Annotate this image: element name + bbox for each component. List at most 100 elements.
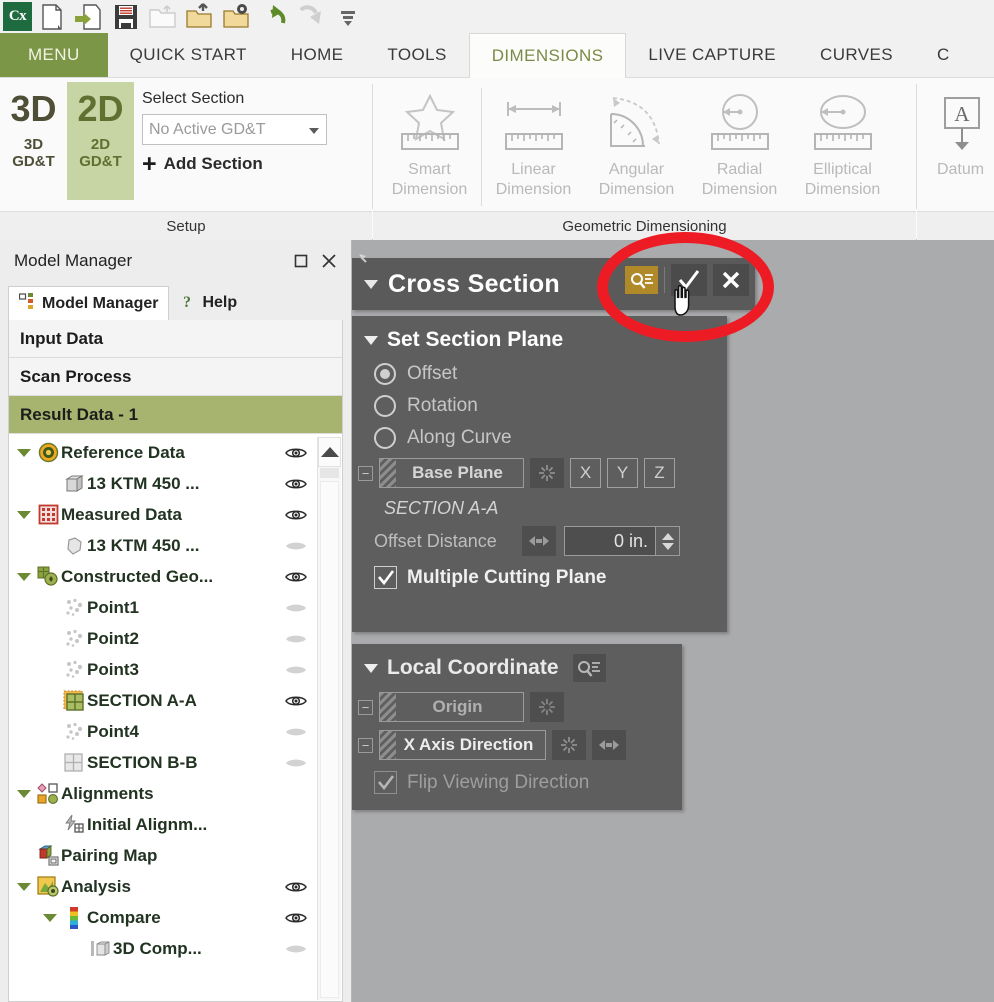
scrollbar-track[interactable] bbox=[320, 481, 339, 998]
select-filter-button[interactable] bbox=[625, 266, 658, 294]
radio-rotation[interactable]: Rotation bbox=[352, 390, 727, 422]
visibility-eye-icon[interactable] bbox=[281, 477, 311, 491]
x-axis-flip-button[interactable] bbox=[592, 730, 626, 760]
tree-item[interactable]: SECTION A-A bbox=[9, 685, 317, 716]
section-input-data[interactable]: Input Data bbox=[9, 320, 342, 358]
add-section-button[interactable]: + Add Section bbox=[142, 152, 327, 177]
tab-help[interactable]: ? Help bbox=[169, 286, 247, 320]
close-icon[interactable] bbox=[315, 247, 343, 275]
collapse-minus-icon[interactable]: − bbox=[358, 699, 373, 715]
tree-item[interactable]: Compare bbox=[9, 902, 317, 933]
local-coordinate-filter-button[interactable] bbox=[572, 654, 606, 682]
collapse-minus-icon[interactable]: − bbox=[358, 737, 373, 753]
visibility-eye-icon[interactable] bbox=[281, 663, 311, 677]
button-radial-dimension[interactable]: Radial Dimension bbox=[688, 82, 791, 212]
offset-distance-stepper[interactable] bbox=[656, 526, 680, 556]
visibility-eye-icon[interactable] bbox=[281, 539, 311, 553]
tree-item[interactable]: Point2 bbox=[9, 623, 317, 654]
radio-along-curve[interactable]: Along Curve bbox=[352, 422, 727, 454]
expander-collapse-icon[interactable] bbox=[13, 448, 35, 457]
multiple-cutting-plane-row[interactable]: Multiple Cutting Plane bbox=[352, 559, 727, 595]
visibility-eye-icon[interactable] bbox=[281, 756, 311, 770]
tree-item[interactable]: Alignments bbox=[9, 778, 317, 809]
collapse-triangle-icon[interactable] bbox=[364, 663, 378, 673]
collapse-minus-icon[interactable]: − bbox=[358, 465, 373, 481]
button-angular-dimension[interactable]: Angular Dimension bbox=[585, 82, 688, 212]
scrollbar-thumb[interactable] bbox=[320, 468, 339, 478]
axis-z-button[interactable]: Z bbox=[644, 458, 675, 488]
section-result-data-1[interactable]: Result Data - 1 bbox=[9, 396, 342, 434]
tree-item[interactable]: 3D Comp... bbox=[9, 933, 317, 964]
expander-collapse-icon[interactable] bbox=[13, 882, 35, 891]
tree-item[interactable]: Initial Alignm... bbox=[9, 809, 317, 840]
visibility-eye-icon[interactable] bbox=[281, 725, 311, 739]
tab-menu[interactable]: MENU bbox=[0, 33, 108, 77]
tab-model-manager[interactable]: Model Manager bbox=[8, 286, 170, 320]
visibility-eye-icon[interactable] bbox=[281, 880, 311, 894]
collapse-triangle-icon[interactable] bbox=[364, 335, 378, 345]
tree-item[interactable]: Point4 bbox=[9, 716, 317, 747]
tree-scrollbar[interactable] bbox=[317, 437, 341, 1000]
tree-item[interactable]: Point1 bbox=[9, 592, 317, 623]
flip-direction-button[interactable] bbox=[522, 526, 556, 556]
stepper-down-icon[interactable] bbox=[661, 542, 674, 550]
tree-item[interactable]: Constructed Geo... bbox=[9, 561, 317, 592]
section-scan-process[interactable]: Scan Process bbox=[9, 358, 342, 396]
select-section-dropdown[interactable]: No Active GD&T bbox=[142, 114, 327, 145]
tab-dimensions[interactable]: DIMENSIONS bbox=[468, 33, 627, 78]
undo-icon[interactable] bbox=[257, 2, 291, 32]
tree-item[interactable]: Point3 bbox=[9, 654, 317, 685]
tab-clipped[interactable]: C bbox=[915, 33, 972, 77]
import-document-icon[interactable] bbox=[72, 2, 106, 32]
tree-item[interactable]: Analysis bbox=[9, 871, 317, 902]
customize-toolbar-icon[interactable] bbox=[331, 2, 365, 32]
origin-reset-button[interactable] bbox=[530, 692, 564, 722]
local-coordinate-header[interactable]: Local Coordinate bbox=[352, 644, 682, 688]
set-section-plane-header[interactable]: Set Section Plane bbox=[352, 316, 727, 358]
visibility-eye-icon[interactable] bbox=[281, 601, 311, 615]
collapse-triangle-icon[interactable] bbox=[364, 279, 378, 289]
tree-item[interactable]: Pairing Map bbox=[9, 840, 317, 871]
tree-item[interactable]: Reference Data bbox=[9, 437, 317, 468]
reset-pick-button[interactable] bbox=[530, 458, 564, 488]
visibility-eye-icon[interactable] bbox=[281, 942, 311, 956]
button-elliptical-dimension[interactable]: Elliptical Dimension bbox=[791, 82, 894, 212]
visibility-eye-icon[interactable] bbox=[281, 632, 311, 646]
tab-home[interactable]: HOME bbox=[269, 33, 366, 77]
expander-collapse-icon[interactable] bbox=[13, 572, 35, 581]
tab-tools[interactable]: TOOLS bbox=[365, 33, 468, 77]
visibility-eye-icon[interactable] bbox=[281, 694, 311, 708]
tab-quick-start[interactable]: QUICK START bbox=[108, 33, 269, 77]
visibility-eye-icon[interactable] bbox=[281, 446, 311, 460]
tree-item[interactable]: Measured Data bbox=[9, 499, 317, 530]
button-3d-gdt[interactable]: 3D 3D GD&T bbox=[0, 82, 67, 200]
visibility-eye-icon[interactable] bbox=[281, 570, 311, 584]
button-linear-dimension[interactable]: Linear Dimension bbox=[482, 82, 585, 212]
new-document-icon[interactable] bbox=[35, 2, 69, 32]
button-smart-dimension[interactable]: Smart Dimension bbox=[378, 82, 481, 212]
x-axis-direction-field[interactable]: X Axis Direction bbox=[379, 730, 546, 760]
expander-collapse-icon[interactable] bbox=[13, 789, 35, 798]
radio-offset[interactable]: Offset bbox=[352, 358, 727, 390]
origin-field[interactable]: Origin bbox=[379, 692, 524, 722]
base-plane-field[interactable]: Base Plane bbox=[379, 458, 524, 488]
expander-collapse-icon[interactable] bbox=[13, 510, 35, 519]
tree-item[interactable]: 13 KTM 450 ... bbox=[9, 468, 317, 499]
offset-distance-input[interactable]: 0 in. bbox=[564, 526, 656, 556]
button-2d-gdt[interactable]: 2D 2D GD&T bbox=[67, 82, 134, 200]
save-icon[interactable] bbox=[109, 2, 143, 32]
restore-icon[interactable] bbox=[287, 247, 315, 275]
visibility-eye-icon[interactable] bbox=[281, 508, 311, 522]
tab-live-capture[interactable]: LIVE CAPTURE bbox=[626, 33, 798, 77]
open-folder-settings-icon[interactable] bbox=[220, 2, 254, 32]
open-folder-up-icon[interactable] bbox=[183, 2, 217, 32]
tab-curves[interactable]: CURVES bbox=[798, 33, 915, 77]
pin-icon[interactable] bbox=[356, 251, 378, 278]
visibility-eye-icon[interactable] bbox=[281, 911, 311, 925]
flip-viewing-direction-row[interactable]: Flip Viewing Direction bbox=[352, 764, 682, 800]
x-axis-reset-button[interactable] bbox=[552, 730, 586, 760]
expander-collapse-icon[interactable] bbox=[39, 913, 61, 922]
axis-x-button[interactable]: X bbox=[570, 458, 601, 488]
scroll-up-button[interactable] bbox=[318, 437, 341, 467]
button-datum[interactable]: A Datum bbox=[927, 82, 994, 212]
